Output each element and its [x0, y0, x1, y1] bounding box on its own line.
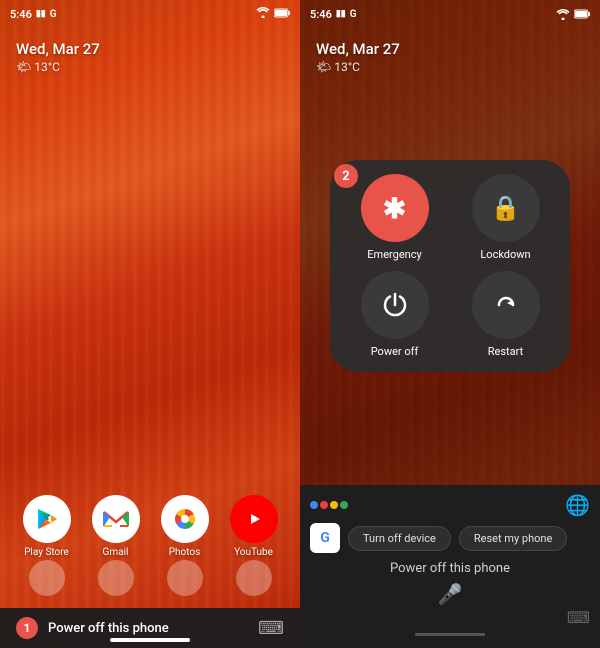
partial-icon-2	[98, 560, 134, 596]
date-text-right: Wed, Mar 27	[316, 40, 400, 58]
partial-icon-4	[236, 560, 272, 596]
dot-red	[320, 501, 328, 509]
poweroff-label: Power off	[371, 345, 419, 358]
app-photos-left[interactable]: Photos	[161, 495, 209, 558]
status-right-left	[256, 7, 290, 21]
network-right: G	[350, 9, 357, 20]
youtube-label-left: YouTube	[234, 547, 273, 558]
restart-btn[interactable]: Restart	[455, 271, 556, 358]
assistant-query-text: Power off this phone	[310, 561, 590, 576]
network-left: G	[50, 9, 57, 20]
assistant-top: 🌐	[310, 493, 590, 517]
poweroff-circle	[361, 271, 429, 339]
power-off-text-left: Power off this phone	[48, 621, 169, 636]
google-g-icon: G	[310, 523, 340, 553]
keyboard-icon-left: ⌨	[258, 618, 284, 639]
dot-blue	[310, 501, 318, 509]
battery-icon-right	[574, 9, 590, 19]
partial-icon-3	[167, 560, 203, 596]
dot-yellow	[330, 501, 338, 509]
status-left: 5:46 ▮▮ G	[10, 8, 57, 21]
time-right: 5:46	[310, 8, 332, 21]
right-phone-screen: 5:46 ▮▮ G Wed, Mar 27 🌤 13°C 2 ✱ Emergen…	[300, 0, 600, 648]
carrier-left: ▮▮	[36, 9, 46, 19]
date-widget-right: Wed, Mar 27 🌤 13°C	[316, 40, 400, 74]
dot-green	[340, 501, 348, 509]
restart-label: Restart	[488, 345, 523, 358]
weather-text-left: 🌤 13°C	[16, 60, 100, 74]
weather-text-right: 🌤 13°C	[316, 60, 400, 74]
bottom-bar-left: 1 Power off this phone ⌨	[0, 608, 300, 648]
carrier-right: ▮▮	[336, 9, 346, 19]
reset-my-phone-btn[interactable]: Reset my phone	[459, 526, 567, 551]
youtube-icon-left	[230, 495, 278, 543]
turn-off-device-btn[interactable]: Turn off device	[348, 526, 451, 551]
gmail-icon-left	[92, 495, 140, 543]
mic-row: 🎤	[310, 582, 590, 606]
wifi-icon-right	[556, 9, 570, 20]
power-off-btn[interactable]: Power off	[344, 271, 445, 358]
mic-icon[interactable]: 🎤	[438, 582, 463, 606]
assistant-dots	[310, 501, 348, 509]
status-right-right	[556, 9, 590, 20]
nav-pill-right	[415, 633, 485, 636]
status-bar-right: 5:46 ▮▮ G	[300, 0, 600, 28]
playstore-label-left: Play Store	[24, 547, 69, 558]
date-text-left: Wed, Mar 27	[16, 40, 100, 58]
app-playstore-left[interactable]: Play Store	[23, 495, 71, 558]
step-badge-2: 2	[334, 164, 358, 188]
power-menu: 2 ✱ Emergency 🔒 Lockdown Power off	[330, 160, 570, 372]
assistant-bar: 🌐 G Turn off device Reset my phone Power…	[300, 485, 600, 648]
status-left-right: 5:46 ▮▮ G	[310, 8, 357, 21]
wifi-icon-left	[256, 7, 270, 21]
restart-circle	[472, 271, 540, 339]
lockdown-btn[interactable]: 🔒 Lockdown	[455, 174, 556, 261]
emergency-label: Emergency	[367, 248, 421, 261]
assistant-actions: G Turn off device Reset my phone	[310, 523, 590, 553]
keyboard-icon-right: ⌨	[567, 608, 590, 627]
lockdown-circle: 🔒	[472, 174, 540, 242]
emergency-circle: ✱	[361, 174, 429, 242]
partial-icon-1	[29, 560, 65, 596]
emergency-btn[interactable]: 2 ✱ Emergency	[344, 174, 445, 261]
lockdown-label: Lockdown	[480, 248, 530, 261]
battery-icon-left	[274, 8, 290, 21]
app-row-left: Play Store Gmail	[0, 495, 300, 558]
app-gmail-left[interactable]: Gmail	[92, 495, 140, 558]
globe-icon[interactable]: 🌐	[565, 493, 590, 517]
step-badge-1: 1	[16, 617, 38, 639]
playstore-icon-left	[23, 495, 71, 543]
restart-icon	[491, 290, 521, 320]
gmail-label-left: Gmail	[103, 547, 129, 558]
nav-pill-left	[110, 638, 190, 642]
power-icon	[380, 290, 410, 320]
left-phone-screen: 5:46 ▮▮ G Wed, Mar 27 🌤 13°C	[0, 0, 300, 648]
photos-label-left: Photos	[169, 547, 201, 558]
date-widget-left: Wed, Mar 27 🌤 13°C	[16, 40, 100, 74]
app-youtube-left[interactable]: YouTube	[230, 495, 278, 558]
status-bar-left: 5:46 ▮▮ G	[0, 0, 300, 28]
partial-app-row-left	[0, 560, 300, 596]
time-left: 5:46	[10, 8, 32, 21]
photos-icon-left	[161, 495, 209, 543]
